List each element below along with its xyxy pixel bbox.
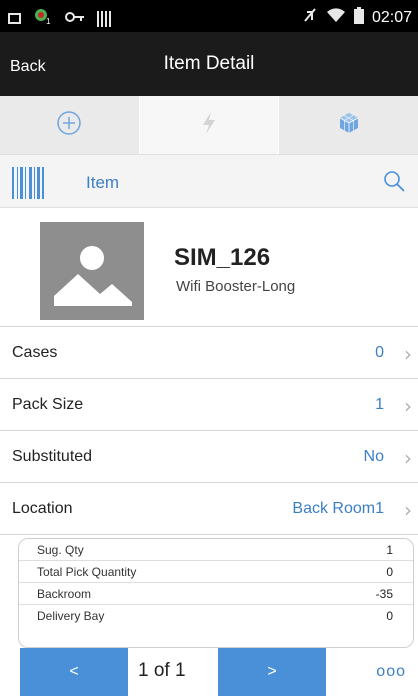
detail-label: Substituted — [12, 448, 93, 465]
app-notification-icon: 1 — [33, 7, 53, 30]
title-bar: Back Item Detail — [0, 32, 418, 96]
detail-value: No — [363, 448, 384, 465]
key-icon — [65, 10, 85, 28]
pager: < 1 of 1 > ooo — [0, 648, 418, 696]
action-tab-bar — [0, 96, 418, 154]
item-header: SIM_126 Wifi Booster-Long — [0, 208, 418, 326]
detail-label: Location — [12, 500, 73, 517]
summary-row: Delivery Bay 0 — [19, 605, 413, 627]
item-details-list: Cases 0 › Pack Size 1 › Substituted No ›… — [0, 326, 418, 535]
cube-icon — [337, 111, 361, 140]
summary-label: Total Pick Quantity — [37, 565, 137, 579]
image-notification-icon — [8, 13, 21, 24]
barcode-scan-icon[interactable] — [12, 167, 46, 199]
scan-field-label[interactable]: Item — [86, 173, 119, 193]
clock: 02:07 — [371, 8, 412, 26]
mute-icon — [302, 6, 318, 29]
item-id: SIM_126 — [174, 244, 271, 271]
quantity-summary: Sug. Qty 1 Total Pick Quantity 0 Backroo… — [18, 538, 414, 648]
search-icon[interactable] — [382, 169, 406, 198]
tab-quick-action[interactable] — [139, 96, 279, 154]
next-button[interactable]: > — [218, 648, 326, 696]
scan-bar: Item — [0, 154, 418, 208]
summary-row: Backroom -35 — [19, 583, 413, 605]
detail-value: Back Room1 — [292, 500, 384, 517]
chevron-right-icon: › — [404, 394, 412, 418]
summary-row: Sug. Qty 1 — [19, 539, 413, 561]
summary-value: 0 — [386, 609, 393, 623]
detail-value: 1 — [375, 396, 384, 413]
item-description: Wifi Booster-Long — [176, 278, 296, 295]
tab-add[interactable] — [0, 96, 139, 154]
item-image-placeholder — [40, 222, 144, 320]
page-indicator: 1 of 1 — [138, 660, 186, 681]
battery-icon — [353, 6, 364, 29]
detail-label: Pack Size — [12, 396, 84, 413]
summary-row: Total Pick Quantity 0 — [19, 561, 413, 583]
detail-row-cases[interactable]: Cases 0 › — [0, 327, 418, 379]
plus-circle-icon — [56, 110, 82, 141]
status-bar: 1 02:07 — [0, 0, 418, 32]
summary-label: Sug. Qty — [37, 543, 84, 557]
detail-value: 0 — [375, 344, 384, 361]
wifi-icon — [326, 7, 346, 28]
summary-value: 0 — [386, 565, 393, 579]
page-title: Item Detail — [163, 53, 255, 74]
detail-row-location[interactable]: Location Back Room1 › — [0, 483, 418, 535]
lightning-icon — [201, 111, 217, 140]
detail-row-pack-size[interactable]: Pack Size 1 › — [0, 379, 418, 431]
chevron-right-icon: › — [404, 446, 412, 470]
summary-value: -35 — [375, 587, 393, 601]
chevron-right-icon: › — [404, 498, 412, 522]
detail-label: Cases — [12, 344, 58, 361]
previous-button[interactable]: < — [20, 648, 128, 696]
more-options-button[interactable]: ooo — [376, 663, 406, 681]
summary-value: 1 — [386, 543, 393, 557]
svg-text:1: 1 — [46, 17, 51, 25]
chevron-right-icon: › — [404, 342, 412, 366]
image-placeholder-icon — [40, 246, 144, 320]
summary-label: Delivery Bay — [37, 609, 105, 623]
summary-label: Backroom — [37, 587, 92, 601]
tab-inventory[interactable] — [279, 96, 418, 154]
barcode-notification-icon — [97, 10, 111, 27]
detail-row-substituted[interactable]: Substituted No › — [0, 431, 418, 483]
